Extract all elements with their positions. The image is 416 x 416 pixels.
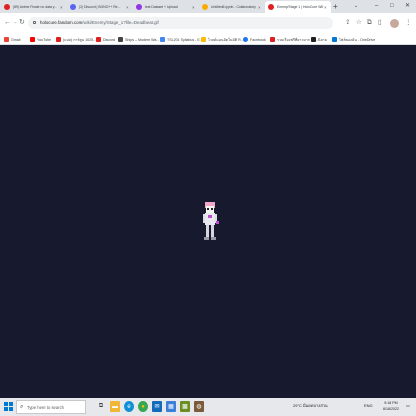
tab-strip: (89) Anime Finale no data y... × (2) Dis… [0, 0, 416, 13]
bookmark-syllabus[interactable]: TSL201 Syllabus - E... [160, 36, 203, 43]
bookmark-manga[interactable]: (แปล) การ์ตูน 1025... [56, 36, 96, 43]
taskbar: ⌕ Type here to search ⧉ ▬ e ● ✉ ▦ ▩ ◍ 29… [0, 398, 416, 416]
colab-favicon-icon [202, 4, 208, 10]
ships-icon [118, 37, 123, 42]
discord-favicon-icon [70, 4, 76, 10]
minecraft-icon[interactable]: ▩ [180, 401, 190, 412]
tab-youtube-anime[interactable]: (89) Anime Finale no data y... × [1, 1, 66, 13]
tab-discord[interactable]: (2) Discord | BONO++ Re... × [67, 1, 132, 13]
notification-icon[interactable]: ▭ [406, 403, 410, 409]
tab-dataset-upload[interactable]: test Dataset + Upload × [133, 1, 198, 13]
menu-icon[interactable]: ⋮ [405, 18, 412, 27]
minimize-button[interactable]: – [375, 2, 378, 10]
youtube-icon [30, 37, 35, 42]
bookmark-label: YouTube [37, 37, 52, 42]
bookmark-label: Gmail [11, 37, 21, 42]
clock-date: 8/18/2022 [383, 407, 399, 411]
tab-title: test Dataset + Upload [145, 5, 178, 9]
browser-toolbar: ← → ↻ holocure.fandom.com/wiki/Enemy/Sta… [0, 13, 416, 33]
bookmark-label: ไฟล์ของฉัน - OneDrive [339, 37, 376, 42]
bookmark-label: Facebook [250, 37, 266, 42]
url-text[interactable]: holocure.fandom.com/wiki/Enemy/Stage_1?f… [40, 20, 159, 26]
bookmark-discord[interactable]: Discord [96, 36, 115, 43]
gif-viewer-area [0, 46, 416, 398]
search-placeholder: Type here to search [27, 405, 65, 410]
bookmark-onedrive[interactable]: ไฟล์ของฉัน - OneDrive [332, 36, 375, 43]
wildman-icon [201, 37, 206, 42]
bookmarks-bar: Gmail YouTube (แปล) การ์ตูน 1025... Disc… [0, 33, 416, 45]
tab-title: (2) Discord | BONO++ Re... [79, 5, 121, 9]
bookmark-label: ไวลด์แมนอัตโนมัติ R... [208, 37, 244, 42]
novels-icon [270, 37, 275, 42]
bookmark-label: (แปล) การ์ตูน 1025... [63, 37, 97, 42]
forward-button[interactable]: → [11, 19, 18, 27]
search-icon: ⌕ [20, 404, 24, 410]
start-windows-icon[interactable] [4, 402, 13, 411]
bookmark-niyai[interactable]: นิยาย [311, 36, 327, 43]
tab-title: (89) Anime Finale no data y... [13, 5, 58, 9]
address-bar[interactable]: holocure.fandom.com/wiki/Enemy/Stage_1?f… [28, 17, 333, 29]
lock-icon [33, 21, 36, 24]
reload-button[interactable]: ↻ [19, 19, 25, 27]
facebook-icon [243, 37, 248, 42]
browser-window: (89) Anime Finale no data y... × (2) Dis… [0, 0, 416, 416]
weather-widget[interactable]: 29°C มีแดดบางส่วน [293, 403, 328, 409]
discord-icon [96, 37, 101, 42]
tab-title: Enemy/Stage 1 | HoloCure Wiki [277, 5, 323, 9]
close-tab-icon[interactable]: × [126, 5, 129, 10]
task-view-icon[interactable]: ⧉ [96, 401, 106, 412]
bookmark-label: Discord [103, 37, 116, 42]
system-clock[interactable]: 9:18 PM 8/18/2022 [378, 400, 404, 412]
new-tab-button[interactable]: + [333, 2, 338, 11]
deadbeat-sprite-image [203, 202, 219, 240]
language-indicator[interactable]: ENG [364, 403, 373, 409]
manga-icon [56, 37, 61, 42]
fandom-favicon-icon [268, 4, 274, 10]
taskbar-search-box[interactable]: ⌕ Type here to search [16, 400, 86, 414]
store-icon[interactable]: ▦ [166, 401, 176, 412]
extensions-icon[interactable]: ⧉ [367, 18, 372, 27]
bookmark-youtube[interactable]: YouTube [30, 36, 51, 43]
bookmark-label: TSL201 Syllabus - E... [167, 37, 203, 42]
bookmark-star-icon[interactable]: ☆ [356, 18, 362, 27]
close-tab-icon[interactable]: × [324, 5, 327, 10]
file-explorer-icon[interactable]: ▬ [110, 401, 120, 412]
close-tab-icon[interactable]: × [258, 5, 261, 10]
edge-icon[interactable]: e [124, 401, 134, 412]
niyai-icon [311, 37, 316, 42]
gmail-icon [4, 37, 9, 42]
tab-title: Untitled6.ipynb - Colaboratory [211, 5, 256, 9]
side-panel-icon[interactable]: ▯ [378, 18, 382, 27]
close-tab-icon[interactable]: × [60, 5, 63, 10]
bookmark-label: Ships – Modern Wa... [125, 37, 160, 42]
bookmark-ships[interactable]: Ships – Modern Wa... [118, 36, 159, 43]
bookmark-facebook[interactable]: Facebook [243, 36, 266, 43]
maximize-button[interactable]: □ [390, 2, 394, 10]
back-button[interactable]: ← [4, 19, 11, 27]
close-window-button[interactable]: ✕ [405, 2, 410, 10]
bookmark-gmail[interactable]: Gmail [4, 36, 20, 43]
bookmark-label: นิยาย [318, 37, 327, 42]
profile-avatar[interactable] [390, 19, 399, 28]
docs-icon [160, 37, 165, 42]
close-tab-icon[interactable]: × [192, 5, 195, 10]
dataset-favicon-icon [136, 4, 142, 10]
bookmark-wildman[interactable]: ไวลด์แมนอัตโนมัติ R... [201, 36, 244, 43]
share-icon[interactable]: ⇪ [345, 18, 350, 27]
app-icon[interactable]: ◍ [194, 401, 204, 412]
youtube-favicon-icon [4, 4, 10, 10]
tab-search-icon[interactable]: ⌄ [354, 3, 358, 9]
mail-icon[interactable]: ✉ [152, 401, 162, 412]
tab-colab[interactable]: Untitled6.ipynb - Colaboratory × [199, 1, 264, 13]
tab-holocure-wiki[interactable]: Enemy/Stage 1 | HoloCure Wiki × [265, 1, 331, 13]
onedrive-icon [332, 37, 337, 42]
chrome-icon[interactable]: ● [138, 401, 148, 412]
